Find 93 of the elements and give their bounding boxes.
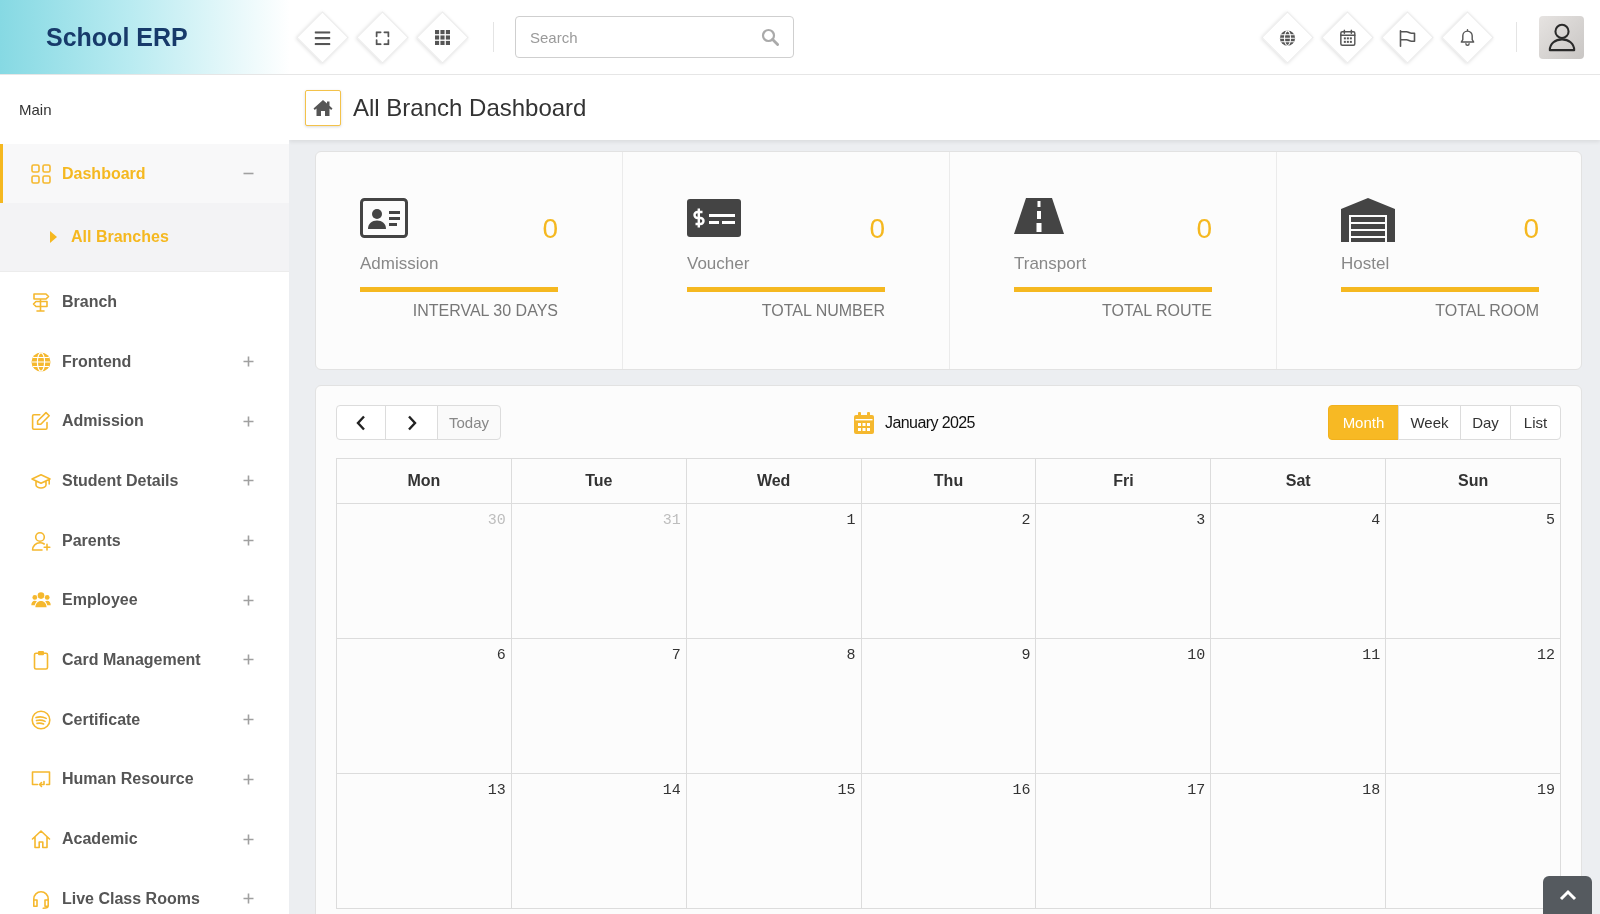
sidebar-item[interactable]: Academic [0, 809, 289, 869]
day-number: 5 [1546, 512, 1555, 530]
stat-label: Admission [360, 253, 440, 275]
stat-value: 0 [1196, 212, 1212, 246]
stat-caption: TOTAL ROOM [1434, 301, 1539, 321]
stat-label: Voucher [687, 253, 751, 275]
sidebar-item[interactable]: Parents [0, 510, 289, 571]
day-number: 13 [487, 782, 506, 800]
stat-label: Hostel [1341, 253, 1391, 275]
day-number: 4 [1371, 512, 1381, 530]
calendar-icon [854, 411, 875, 434]
day-number: 7 [671, 647, 681, 665]
grid-icon [435, 29, 450, 45]
day-number: 3 [1196, 512, 1206, 530]
house-icon [31, 829, 51, 850]
day-number: 19 [1537, 782, 1555, 800]
money-check-icon [687, 198, 741, 238]
previous-button[interactable] [336, 405, 386, 440]
page-title: All Branch Dashboard [353, 93, 587, 122]
signpost-icon [31, 291, 51, 312]
flag-icon [1398, 28, 1417, 46]
sidebar-item[interactable]: Frontend [0, 331, 289, 392]
user-plus-icon [31, 530, 51, 551]
chevron-up-icon [1558, 889, 1577, 901]
calendar-icon [1339, 28, 1356, 46]
day-number: 1 [846, 512, 856, 530]
sidebar-item[interactable]: Branch [0, 272, 289, 332]
next-button[interactable] [385, 405, 438, 440]
stat-caption: INTERVAL 30 DAYS [411, 301, 558, 321]
sidebar-item[interactable]: Employee [0, 570, 289, 631]
day-number: 8 [846, 647, 856, 665]
day-number: 12 [1537, 647, 1555, 665]
monitor-arrow-icon [31, 769, 51, 790]
day-number: 18 [1362, 782, 1381, 800]
app-title[interactable]: School ERP [46, 22, 188, 52]
chevron-left-icon [356, 414, 366, 431]
stat-caption: TOTAL ROUTE [1101, 301, 1212, 321]
weekday-header: Fri [1036, 459, 1212, 504]
user-avatar-button[interactable] [1539, 15, 1584, 59]
stat-value: 0 [1523, 212, 1539, 246]
road-icon [1014, 198, 1064, 234]
search-field[interactable]: Search [515, 16, 794, 58]
clipboard-icon [31, 649, 51, 670]
home-button[interactable] [305, 89, 341, 126]
fullscreen-icon [375, 30, 390, 44]
day-number: 31 [662, 512, 681, 530]
sidebar-item[interactable]: Student Details [0, 451, 289, 511]
view-button[interactable]: Day [1460, 405, 1511, 440]
id-card-icon [360, 198, 408, 238]
calendar-title: January 2025 [885, 413, 975, 432]
sidebar-item[interactable]: Admission [0, 391, 289, 452]
squares-grid-icon [31, 163, 51, 184]
weekday-header: Wed [686, 459, 862, 504]
weekday-header: Sat [1211, 459, 1387, 504]
bell-icon [1460, 28, 1475, 46]
day-number: 16 [1012, 782, 1031, 800]
scroll-top-button[interactable] [1543, 876, 1592, 914]
view-button[interactable]: Week [1398, 405, 1461, 440]
headset-icon [31, 888, 51, 909]
sidebar-item[interactable]: Certificate [0, 689, 289, 750]
home-icon [313, 98, 333, 117]
day-number: 10 [1187, 647, 1206, 665]
day-number: 11 [1362, 647, 1381, 665]
circle-lines-icon [31, 709, 51, 730]
sidebar-item[interactable]: Live Class Rooms [0, 868, 289, 914]
sidebar-item[interactable]: Human Resource [0, 749, 289, 810]
chevron-right-icon [406, 414, 417, 431]
stat-value: 0 [542, 212, 558, 246]
person-icon [1546, 22, 1577, 52]
caret-right-icon [50, 231, 57, 243]
stat-caption: TOTAL NUMBER [760, 301, 885, 321]
day-number: 6 [496, 647, 506, 665]
weekday-header: Thu [861, 459, 1037, 504]
day-number: 30 [487, 512, 506, 530]
sidebar-section-label: Main [19, 101, 52, 118]
search-icon [761, 28, 779, 46]
warehouse-icon [1341, 198, 1395, 242]
day-number: 2 [1021, 512, 1031, 530]
weekday-header: Sun [1386, 459, 1561, 504]
edit-icon [31, 411, 51, 432]
menu-icon [314, 30, 331, 44]
day-number: 17 [1187, 782, 1206, 800]
weekday-header: Mon [337, 459, 512, 504]
stat-value: 0 [869, 212, 885, 246]
day-number: 9 [1021, 647, 1031, 665]
sidebar-item[interactable]: Card Management [0, 630, 289, 690]
globe-icon [1279, 29, 1296, 45]
globe-icon [31, 351, 51, 372]
stat-label: Transport [1014, 253, 1088, 275]
day-number: 14 [662, 782, 681, 800]
day-number: 15 [837, 782, 856, 800]
weekday-header: Tue [511, 459, 687, 504]
view-button[interactable]: List [1510, 405, 1561, 440]
